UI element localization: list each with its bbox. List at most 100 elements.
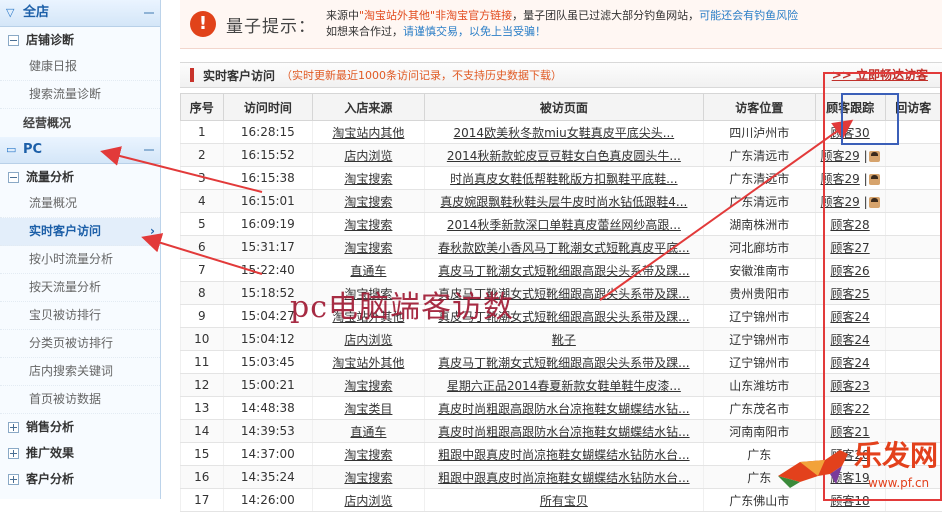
- sidebar-item-category-ranking[interactable]: 分类页被访排行: [0, 330, 160, 358]
- cell-source[interactable]: 淘宝搜索: [312, 465, 425, 489]
- cell-visitor[interactable]: 顾客24: [814, 350, 886, 374]
- source-link[interactable]: 淘宝搜索: [344, 241, 392, 255]
- source-link[interactable]: 淘宝搜索: [344, 448, 392, 462]
- cell-source[interactable]: 直通车: [312, 419, 425, 443]
- cell-page[interactable]: 真皮马丁靴潮女式短靴细跟高跟尖头系带及踝...: [423, 258, 704, 282]
- cell-visitor[interactable]: 顾客29 |: [814, 189, 886, 213]
- cell-visitor[interactable]: 顾客25: [814, 281, 886, 305]
- avatar-icon[interactable]: [868, 173, 880, 185]
- sidebar-section-diagnosis[interactable]: 店铺诊断: [0, 27, 160, 53]
- cell-visitor[interactable]: 顾客29 |: [814, 166, 886, 190]
- collapse-icon[interactable]: [144, 149, 154, 151]
- cell-page[interactable]: 真皮马丁靴潮女式短靴细跟高跟尖头系带及踝...: [423, 281, 704, 305]
- cell-source[interactable]: 淘宝站外其他: [312, 304, 425, 328]
- cell-page[interactable]: 2014秋季新款深口单鞋真皮蕾丝网纱高跟...: [423, 212, 704, 236]
- sidebar-item-daily-traffic[interactable]: 按天流量分析: [0, 274, 160, 302]
- source-link[interactable]: 淘宝站外其他: [332, 356, 404, 370]
- page-link[interactable]: 真皮马丁靴潮女式短靴细跟高跟尖头系带及踝...: [438, 287, 689, 301]
- page-link[interactable]: 粗跟中跟真皮时尚凉拖鞋女蝴蝶结水钻防水台...: [438, 448, 689, 462]
- cell-visitor[interactable]: 顾客28: [814, 212, 886, 236]
- cell-page[interactable]: 真皮马丁靴潮女式短靴细跟高跟尖头系带及踝...: [423, 350, 704, 374]
- source-link[interactable]: 淘宝搜索: [344, 172, 392, 186]
- cell-page[interactable]: 2014欧美秋冬款miu女鞋真皮平底尖头...: [423, 120, 704, 144]
- cell-page[interactable]: 真皮时尚粗跟高跟防水台凉拖鞋女蝴蝶结水钻...: [423, 396, 704, 420]
- page-link[interactable]: 真皮马丁靴潮女式短靴细跟高跟尖头系带及踝...: [438, 356, 689, 370]
- cell-visitor[interactable]: 顾客24: [814, 304, 886, 328]
- cell-visitor[interactable]: 顾客23: [814, 373, 886, 397]
- cell-source[interactable]: 淘宝搜索: [312, 235, 425, 259]
- cell-source[interactable]: 店内浏览: [312, 143, 425, 167]
- visitor-link[interactable]: 顾客20: [830, 448, 869, 462]
- source-link[interactable]: 直通车: [350, 264, 386, 278]
- page-link[interactable]: 时尚真皮女鞋低帮鞋靴版方扣飘鞋平底鞋...: [450, 172, 677, 186]
- visitor-link[interactable]: 顾客24: [830, 310, 869, 324]
- sidebar-section-promotion[interactable]: 推广效果: [0, 440, 160, 466]
- source-link[interactable]: 淘宝站内其他: [332, 126, 404, 140]
- avatar-icon[interactable]: [868, 150, 880, 162]
- cell-source[interactable]: 淘宝搜索: [312, 212, 425, 236]
- cell-source[interactable]: 直通车: [312, 258, 425, 282]
- cell-source[interactable]: 淘宝搜索: [312, 281, 425, 305]
- sidebar-section-traffic[interactable]: 流量分析: [0, 164, 160, 190]
- cell-source[interactable]: 淘宝站内其他: [312, 120, 425, 144]
- sidebar-item-overview[interactable]: 经营概况: [0, 109, 160, 137]
- source-link[interactable]: 淘宝搜索: [344, 471, 392, 485]
- page-link[interactable]: 2014秋新款蛇皮豆豆鞋女白色真皮圆头牛...: [447, 149, 681, 163]
- visitor-link[interactable]: 顾客18: [830, 494, 869, 508]
- cell-visitor[interactable]: 顾客29 |: [814, 143, 886, 167]
- page-link[interactable]: 靴子: [552, 333, 576, 347]
- collapse-icon[interactable]: [144, 12, 154, 14]
- page-link[interactable]: 粗跟中跟真皮时尚凉拖鞋女蝴蝶结水钻防水台...: [438, 471, 689, 485]
- visitor-link[interactable]: 顾客22: [830, 402, 869, 416]
- sidebar-item-health-daily[interactable]: 健康日报: [0, 53, 160, 81]
- sidebar-section-customer[interactable]: 客户分析: [0, 466, 160, 492]
- source-link[interactable]: 淘宝搜索: [344, 218, 392, 232]
- cell-source[interactable]: 店内浏览: [312, 327, 425, 351]
- page-link[interactable]: 真皮时尚粗跟高跟防水台凉拖鞋女蝴蝶结水钻...: [438, 402, 689, 416]
- visitor-link[interactable]: 顾客29: [821, 149, 860, 163]
- page-link[interactable]: 真皮马丁靴潮女式短靴细跟高跟尖头系带及踝...: [438, 310, 689, 324]
- cell-visitor[interactable]: 顾客22: [814, 396, 886, 420]
- cell-visitor[interactable]: 顾客26: [814, 258, 886, 282]
- source-link[interactable]: 淘宝类目: [344, 402, 392, 416]
- page-link[interactable]: 真皮马丁靴潮女式短靴细跟高跟尖头系带及踝...: [438, 264, 689, 278]
- cell-page[interactable]: 靴子: [423, 327, 704, 351]
- page-link[interactable]: 2014欧美秋冬款miu女鞋真皮平底尖头...: [454, 126, 675, 140]
- sidebar-item-homepage-data[interactable]: 首页被访数据: [0, 386, 160, 414]
- avatar-icon[interactable]: [868, 196, 880, 208]
- cell-visitor[interactable]: 顾客20: [814, 442, 886, 466]
- cell-page[interactable]: 时尚真皮女鞋低帮鞋靴版方扣飘鞋平底鞋...: [423, 166, 704, 190]
- visitor-link[interactable]: 顾客25: [830, 287, 869, 301]
- sidebar-item-traffic-overview[interactable]: 流量概况: [0, 190, 160, 218]
- page-link[interactable]: 春秋款欧美小香风马丁靴潮女式短靴真皮平底...: [438, 241, 689, 255]
- visitor-link[interactable]: 顾客24: [830, 356, 869, 370]
- cell-visitor[interactable]: 顾客24: [814, 327, 886, 351]
- visitor-link[interactable]: 顾客26: [830, 264, 869, 278]
- sidebar-shop-header[interactable]: ▽ 全店: [0, 0, 160, 27]
- visitor-link[interactable]: 顾客19: [830, 471, 869, 485]
- sidebar-item-realtime-visits[interactable]: 实时客户访问: [0, 218, 160, 246]
- cell-page[interactable]: 真皮马丁靴潮女式短靴细跟高跟尖头系带及踝...: [423, 304, 704, 328]
- source-link[interactable]: 直通车: [350, 425, 386, 439]
- cell-source[interactable]: 淘宝搜索: [312, 373, 425, 397]
- cell-source[interactable]: 店内浏览: [312, 488, 425, 512]
- visitor-link[interactable]: 顾客28: [830, 218, 869, 232]
- source-link[interactable]: 店内浏览: [344, 333, 392, 347]
- page-link[interactable]: 所有宝贝: [540, 494, 588, 508]
- cell-page[interactable]: 所有宝贝: [423, 488, 704, 512]
- cell-source[interactable]: 淘宝搜索: [312, 189, 425, 213]
- sidebar-item-store-keywords[interactable]: 店内搜索关键词: [0, 358, 160, 386]
- cell-source[interactable]: 淘宝搜索: [312, 442, 425, 466]
- cell-page[interactable]: 粗跟中跟真皮时尚凉拖鞋女蝴蝶结水钻防水台...: [423, 442, 704, 466]
- visitor-link[interactable]: 顾客30: [830, 126, 869, 140]
- cell-visitor[interactable]: 顾客19: [814, 465, 886, 489]
- source-link[interactable]: 店内浏览: [344, 494, 392, 508]
- cell-page[interactable]: 2014秋新款蛇皮豆豆鞋女白色真皮圆头牛...: [423, 143, 704, 167]
- source-link[interactable]: 淘宝搜索: [344, 379, 392, 393]
- cell-visitor[interactable]: 顾客30: [814, 120, 886, 144]
- visitor-link[interactable]: 顾客29: [821, 172, 860, 186]
- cell-page[interactable]: 真皮婉跟飘鞋秋鞋头层牛皮时尚水钻低跟鞋4...: [423, 189, 704, 213]
- sidebar-section-sales[interactable]: 销售分析: [0, 414, 160, 440]
- sidebar-item-item-ranking[interactable]: 宝贝被访排行: [0, 302, 160, 330]
- visitor-link[interactable]: 顾客23: [830, 379, 869, 393]
